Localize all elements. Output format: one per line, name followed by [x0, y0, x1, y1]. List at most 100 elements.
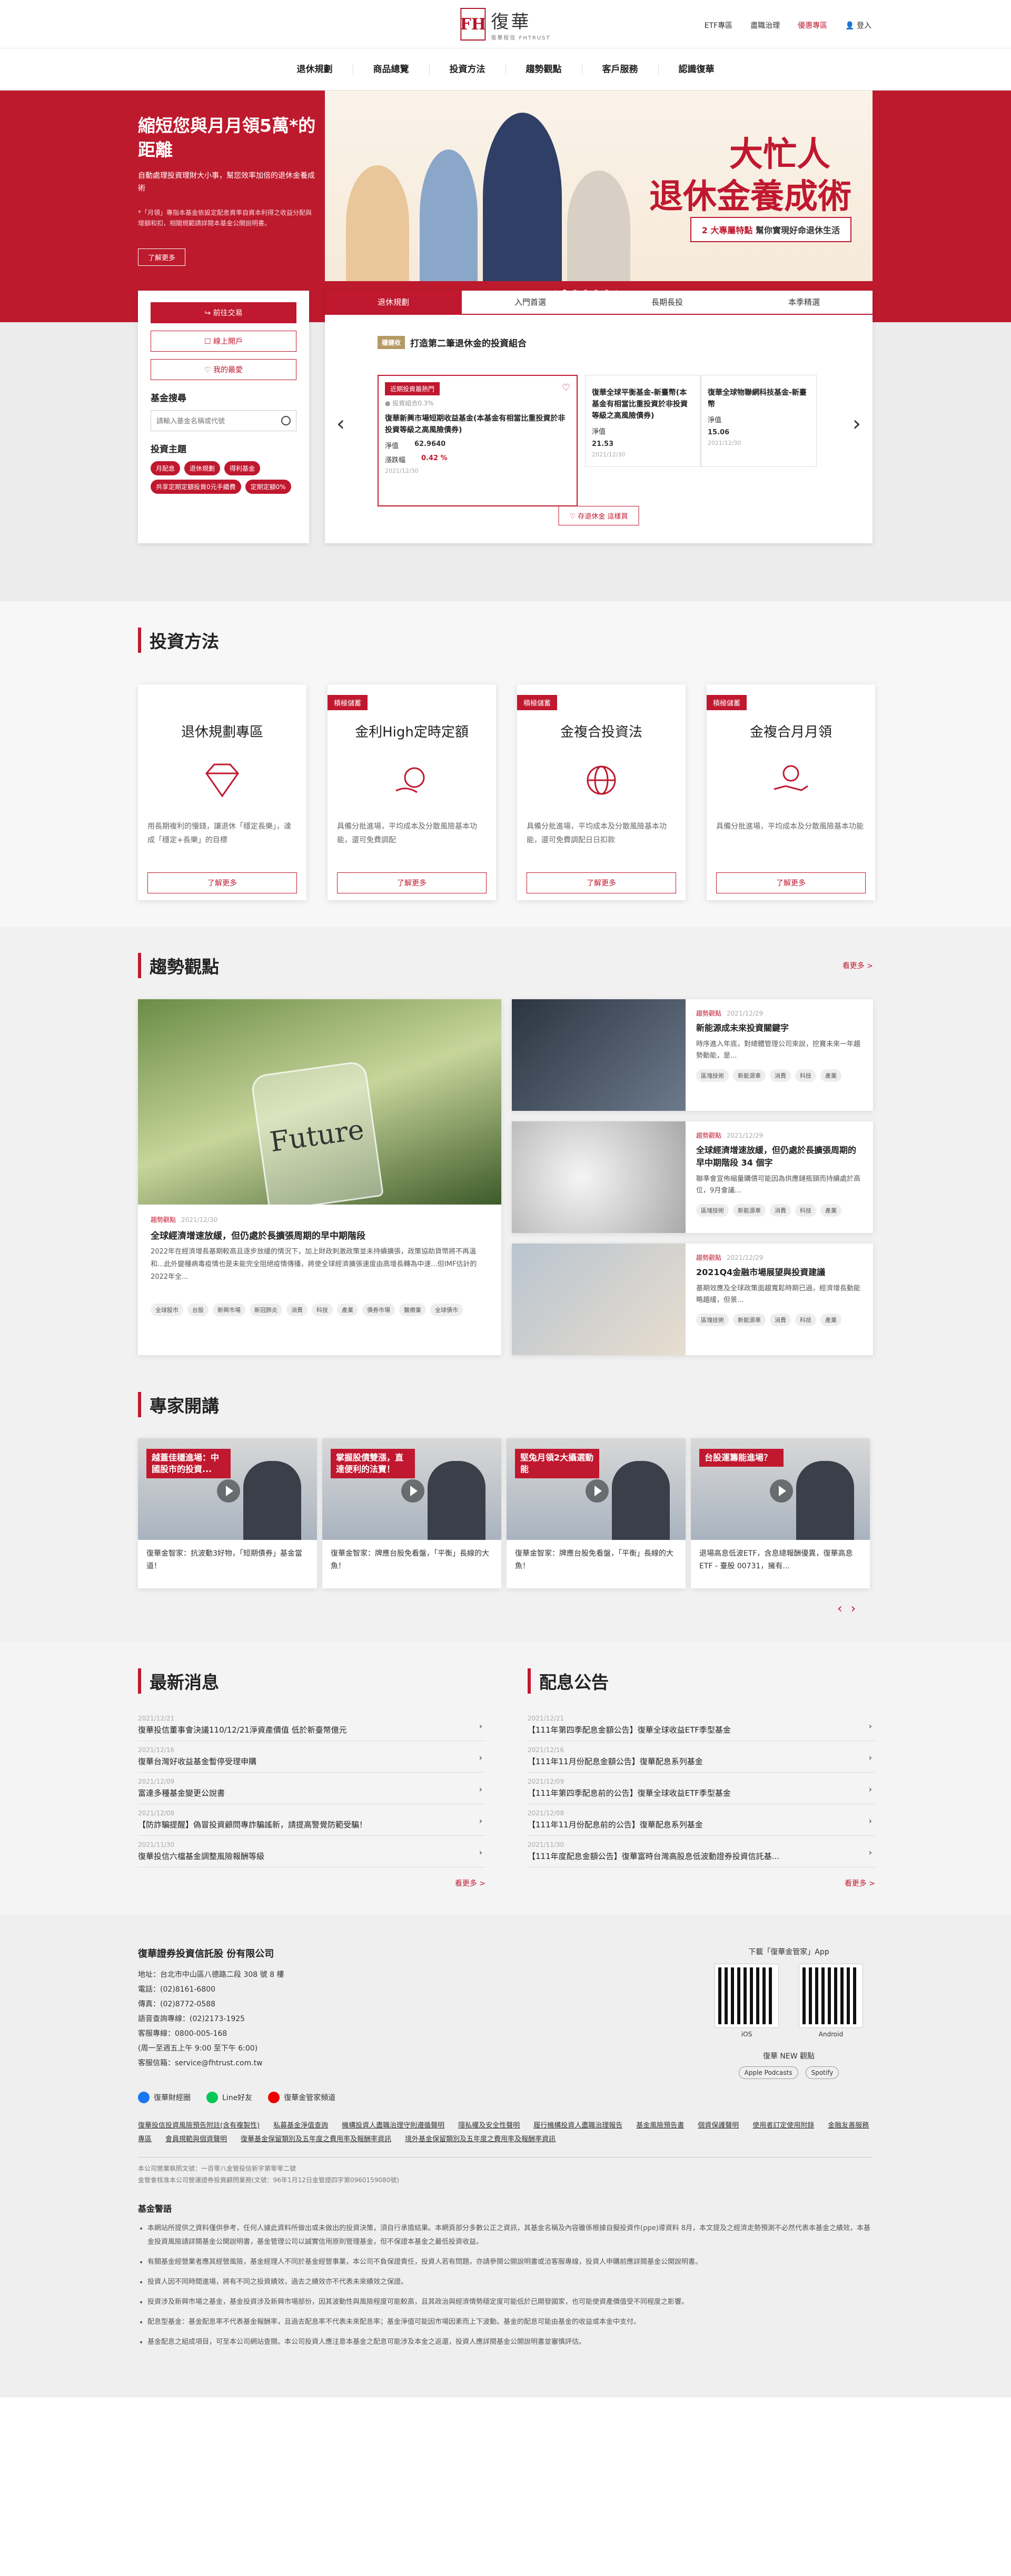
- video-card[interactable]: 台股運籌能進場？ 退場高息低波ETF，含息總報酬優異，復華高息ETF - 臺股 …: [691, 1438, 870, 1588]
- article-tag[interactable]: 新興市場: [213, 1304, 245, 1316]
- tab-retirement[interactable]: 退休規劃: [325, 291, 462, 314]
- apple-podcasts-link[interactable]: Apple Podcasts: [738, 2066, 798, 2079]
- footer-link[interactable]: 基金風險預告書: [636, 2122, 684, 2130]
- article-tag[interactable]: 全球債市: [430, 1304, 463, 1316]
- notice-more-link[interactable]: 看更多 >: [528, 1878, 875, 1888]
- tab-quarterly[interactable]: 本季精選: [736, 291, 873, 314]
- footer-link[interactable]: 私募基金淨值查詢: [273, 2122, 328, 2130]
- strategy-card[interactable]: 積極儲蓄 金複合月月領 具備分批進場，平均成本及分散風險基本功能 了解更多: [707, 684, 875, 900]
- article-tag[interactable]: 產業: [820, 1204, 841, 1217]
- article-tag[interactable]: 消費: [770, 1204, 791, 1217]
- article-tag[interactable]: 科技: [795, 1314, 816, 1326]
- nav-trends[interactable]: 趨勢觀點: [505, 64, 582, 75]
- tab-longterm[interactable]: 長期長投: [599, 291, 736, 314]
- article-tag[interactable]: 消費: [286, 1304, 308, 1316]
- hero-image[interactable]: 大忙人 退休金養成術 2 大專屬特點 幫你實現好命退休生活: [325, 91, 873, 281]
- youtube-link[interactable]: 復華金管家頻道: [268, 2092, 335, 2103]
- fund-search-input[interactable]: [151, 411, 274, 431]
- video-card[interactable]: 堅兔月領2大攝選動能 復華金智家：牌應台股免看盤，「平衡」長線的大魚！: [507, 1438, 686, 1588]
- strategy-card[interactable]: 積極儲蓄 金利High定時定額 具備分批進場，平均成本及分散風險基本功能，還可免…: [328, 684, 496, 900]
- theme-tag[interactable]: 得利基金: [224, 461, 261, 475]
- article-tag[interactable]: 全球股市: [151, 1304, 183, 1316]
- notice-item[interactable]: 2021/12/09 【111年第四季配息前的公告】復華全球收益ETF季型基金 ›: [528, 1773, 875, 1804]
- video-card[interactable]: 掌握股債雙漲，直達便利的法寶！ 復華金智家：牌應台股免看盤，「平衡」長線的大魚！: [322, 1438, 501, 1588]
- favorite-heart-icon[interactable]: ♡: [562, 382, 570, 393]
- article-tag[interactable]: 消費: [770, 1069, 791, 1082]
- footer-link[interactable]: 境外基金保留類別及五年度之費用率及報酬率資訊: [405, 2135, 556, 2143]
- video-prev-icon[interactable]: ‹: [837, 1601, 843, 1616]
- footer-link[interactable]: 復華基金保留類別及五年度之費用率及報酬率資訊: [241, 2135, 391, 2143]
- article-tag[interactable]: 區塊技術: [696, 1204, 729, 1217]
- strategy-more-button[interactable]: 了解更多: [716, 872, 866, 893]
- notice-item[interactable]: 2021/12/16 【111年11月份配息金額公告】復華配息系列基金 ›: [528, 1741, 875, 1773]
- trend-feature-card[interactable]: Future 趨勢觀點 2021/12/30 全球經濟增速放緩，但仍處於長擴張周期…: [138, 999, 501, 1355]
- article-tag[interactable]: 新能源車: [733, 1069, 766, 1082]
- theme-tag[interactable]: 共享定期定額投資0元手續費: [151, 480, 241, 494]
- trend-card[interactable]: 趨勢觀點 2021/12/29 2021Q4金融市場展望與投資建議 基期效應及全球…: [512, 1244, 873, 1355]
- theme-tag[interactable]: 月配息: [151, 461, 181, 475]
- news-more-link[interactable]: 看更多 >: [138, 1878, 485, 1888]
- spotify-link[interactable]: Spotify: [805, 2066, 839, 2079]
- fund-card[interactable]: 復華全球平衡基金-新臺幣(本基金有相當比重投資於非投資等級之高風險債券) 淨值 …: [585, 375, 701, 467]
- strategy-more-button[interactable]: 了解更多: [147, 872, 297, 893]
- news-item[interactable]: 2021/12/16 復華台灣好收益基金暫停受理申購 ›: [138, 1741, 485, 1773]
- search-icon[interactable]: [281, 416, 291, 425]
- stewardship-link[interactable]: 盡職治理: [750, 20, 780, 31]
- play-icon[interactable]: [770, 1479, 793, 1503]
- article-tag[interactable]: 產業: [820, 1314, 841, 1326]
- strategy-card[interactable]: 積極儲蓄 金複合投資法 具備分批進場，平均成本及分散風險基本功能，還可免費調配日…: [517, 684, 686, 900]
- hero-more-button[interactable]: 了解更多: [138, 248, 186, 266]
- theme-tag[interactable]: 定期定額0%: [245, 480, 291, 494]
- facebook-link[interactable]: 復華財經圈: [138, 2092, 191, 2103]
- fund-prev-icon[interactable]: ‹: [336, 412, 345, 436]
- article-tag[interactable]: 科技: [795, 1204, 816, 1217]
- offers-link[interactable]: 優惠專區: [798, 20, 827, 31]
- video-next-icon[interactable]: ›: [851, 1601, 856, 1616]
- article-tag[interactable]: 產業: [820, 1069, 841, 1082]
- notice-item[interactable]: 2021/11/30 【111年度配息金額公告】復華富時台灣高股息低波動證券投資信…: [528, 1836, 875, 1867]
- fund-next-icon[interactable]: ›: [853, 412, 861, 436]
- ios-qr[interactable]: iOS: [715, 1964, 779, 2038]
- article-tag[interactable]: 產業: [337, 1304, 358, 1316]
- trade-button[interactable]: ↪ 前往交易: [151, 302, 296, 323]
- news-item[interactable]: 2021/11/30 復華投信六檔基金調整風險報酬等級 ›: [138, 1836, 485, 1867]
- article-tag[interactable]: 台股: [187, 1304, 209, 1316]
- line-link[interactable]: Line好友: [206, 2092, 252, 2103]
- video-card[interactable]: 越蓋佳穩進場：中國股市的投資... 復華金智家：抗波動3好物，「短期債券」基金當…: [138, 1438, 317, 1588]
- notice-item[interactable]: 2021/12/08 【111年11月份配息前的公告】復華配息系列基金 ›: [528, 1804, 875, 1836]
- etf-link[interactable]: ETF專區: [705, 20, 732, 31]
- news-item[interactable]: 2021/12/21 復華投信董事會決議110/12/21淨資產價值 低於新臺幣億…: [138, 1709, 485, 1741]
- article-tag[interactable]: 消費: [770, 1314, 791, 1326]
- footer-link[interactable]: 復華投信投資風險預告附註(含有複製性): [138, 2122, 260, 2130]
- article-tag[interactable]: 新能源車: [733, 1314, 766, 1326]
- strategy-more-button[interactable]: 了解更多: [527, 872, 676, 893]
- android-qr[interactable]: Android: [799, 1964, 863, 2038]
- footer-link[interactable]: 履行機構投資人盡職治理報告: [533, 2122, 622, 2130]
- article-tag[interactable]: 醫療業: [399, 1304, 426, 1316]
- article-tag[interactable]: 區塊技術: [696, 1314, 729, 1326]
- nav-methods[interactable]: 投資方法: [429, 64, 506, 75]
- nav-service[interactable]: 客戶服務: [581, 64, 658, 75]
- trend-more-link[interactable]: 看更多 >: [843, 960, 873, 978]
- article-tag[interactable]: 新冠肺炎: [250, 1304, 282, 1316]
- open-account-button[interactable]: ☐ 線上開戶: [151, 331, 296, 352]
- play-icon[interactable]: [217, 1479, 240, 1503]
- retirement-buy-button[interactable]: ♡ 存退休金 這樣買: [558, 506, 639, 525]
- article-tag[interactable]: 債券市場: [362, 1304, 395, 1316]
- article-tag[interactable]: 區塊技術: [696, 1069, 729, 1082]
- fund-card[interactable]: 近期投資最熱門 ♡ ● 投資組合0.3% 復華新興市場短期收益基金(本基金有相當…: [378, 375, 578, 506]
- footer-link[interactable]: 機構投資人盡職治理守則遵循聲明: [342, 2122, 444, 2130]
- play-icon[interactable]: [586, 1479, 609, 1503]
- tab-starter[interactable]: 入門首選: [462, 291, 599, 314]
- login-link[interactable]: 👤 登入: [845, 20, 871, 31]
- footer-link[interactable]: 會員規範與個資聲明: [165, 2135, 227, 2143]
- play-icon[interactable]: [401, 1479, 424, 1503]
- brand-logo[interactable]: FH 復華 復華投信 FHTRUST: [460, 7, 550, 41]
- favorites-button[interactable]: ♡ 我的最愛: [151, 359, 296, 380]
- footer-link[interactable]: 使用者訂定使用附錄: [752, 2122, 814, 2130]
- strategy-card[interactable]: 退休規劃專區 用長期複利的慢錢，讓退休「穩定長樂」，達成「穩定+長樂」的目標 了…: [138, 684, 306, 900]
- nav-about[interactable]: 認識復華: [658, 64, 735, 75]
- article-tag[interactable]: 科技: [795, 1069, 816, 1082]
- nav-retirement[interactable]: 退休規劃: [277, 48, 353, 91]
- article-tag[interactable]: 新能源車: [733, 1204, 766, 1217]
